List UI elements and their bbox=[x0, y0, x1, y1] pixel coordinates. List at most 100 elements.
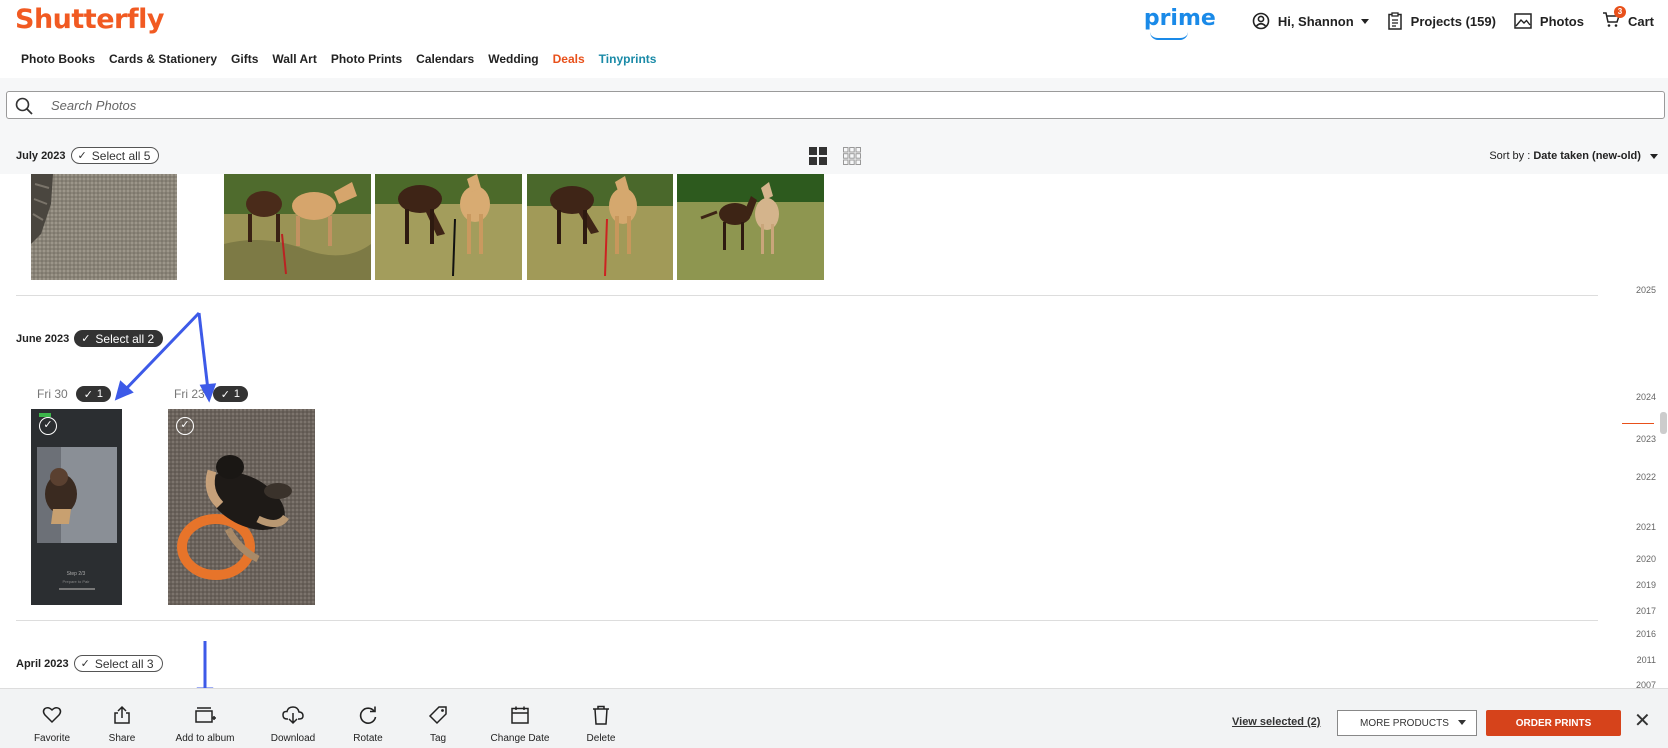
share-button[interactable]: Share bbox=[103, 688, 141, 748]
clipboard-icon bbox=[1387, 12, 1402, 30]
header-actions: prime Hi, Shannon Projects (159) Photos … bbox=[1144, 6, 1654, 40]
select-all-label: Select all 5 bbox=[91, 148, 151, 163]
heart-icon bbox=[42, 707, 62, 724]
timeline-year[interactable]: 2023 bbox=[1636, 434, 1656, 444]
nav-photo-books[interactable]: Photo Books bbox=[21, 52, 95, 66]
prime-logo[interactable]: prime bbox=[1144, 6, 1216, 40]
search-box[interactable] bbox=[6, 91, 1665, 119]
timeline-year[interactable]: 2024 bbox=[1636, 392, 1656, 402]
projects-label: Projects (159) bbox=[1410, 13, 1496, 29]
select-all-label: Select all 2 bbox=[95, 331, 155, 346]
calendar-icon bbox=[511, 706, 529, 724]
delete-button[interactable]: Delete bbox=[584, 688, 618, 748]
delete-label: Delete bbox=[586, 733, 616, 744]
view-selected-link[interactable]: View selected (2) bbox=[1232, 716, 1320, 728]
cart-link[interactable]: 3 Cart bbox=[1602, 6, 1654, 31]
rotate-button[interactable]: Rotate bbox=[350, 688, 386, 748]
select-all-june-button[interactable]: ✓ Select all 2 bbox=[74, 330, 164, 347]
photo-phone-screenshot[interactable]: Step 2/3 Prepare to Pair ✓ bbox=[31, 409, 122, 605]
check-icon: ✓ bbox=[81, 333, 91, 345]
day-header-fri-23: Fri 23 ✓ 1 bbox=[174, 386, 249, 402]
timeline-year[interactable]: 2019 bbox=[1636, 580, 1656, 590]
select-circle-checkbox[interactable]: ✓ bbox=[176, 417, 194, 435]
add-to-album-label: Add to album bbox=[175, 733, 235, 744]
sort-dropdown[interactable]: Sort by : Date taken (new-old) bbox=[1489, 150, 1658, 162]
tag-icon bbox=[428, 706, 447, 725]
select-all-july-button[interactable]: ✓ Select all 5 bbox=[70, 147, 160, 164]
change-date-label: Change Date bbox=[490, 733, 550, 744]
timeline-year[interactable]: 2020 bbox=[1636, 554, 1656, 564]
photo-horses-4[interactable] bbox=[677, 174, 824, 280]
main-nav: Photo Books Cards & Stationery Gifts Wal… bbox=[21, 52, 670, 66]
search-icon[interactable] bbox=[15, 97, 33, 115]
day-label: Fri 23 bbox=[174, 387, 205, 401]
image-icon bbox=[1514, 13, 1532, 29]
order-prints-button[interactable]: ORDER PRINTS bbox=[1486, 710, 1621, 736]
nav-cards-stationery[interactable]: Cards & Stationery bbox=[109, 52, 217, 66]
tag-label: Tag bbox=[429, 733, 447, 744]
timeline-year[interactable]: 2017 bbox=[1636, 606, 1656, 616]
photo-horses-2[interactable] bbox=[375, 174, 522, 280]
scrollbar-thumb[interactable] bbox=[1660, 412, 1667, 434]
nav-deals[interactable]: Deals bbox=[553, 52, 585, 66]
more-products-dropdown[interactable]: MORE PRODUCTS bbox=[1337, 710, 1477, 736]
timeline-year[interactable]: 2021 bbox=[1636, 522, 1656, 532]
greeting-label: Hi, Shannon bbox=[1277, 13, 1354, 29]
search-input[interactable] bbox=[51, 96, 1551, 114]
favorite-button[interactable]: Favorite bbox=[31, 688, 73, 748]
account-menu[interactable]: Hi, Shannon bbox=[1252, 12, 1369, 30]
close-icon[interactable]: ✕ bbox=[1634, 710, 1651, 732]
photo-carpet[interactable] bbox=[31, 174, 177, 280]
download-label: Download bbox=[270, 733, 316, 744]
timeline-year[interactable]: 2011 bbox=[1637, 655, 1656, 665]
nav-gifts[interactable]: Gifts bbox=[231, 52, 258, 66]
photo-horses-1[interactable] bbox=[224, 174, 371, 280]
year-timeline[interactable]: 2025 2024 2023 2022 2021 2020 2019 2017 … bbox=[1600, 174, 1668, 690]
add-album-icon bbox=[195, 707, 216, 723]
nav-calendars[interactable]: Calendars bbox=[416, 52, 474, 66]
photos-link[interactable]: Photos bbox=[1514, 13, 1584, 29]
nav-photo-prints[interactable]: Photo Prints bbox=[331, 52, 402, 66]
month-header-july: July 2023 ✓ Select all 5 bbox=[16, 147, 160, 164]
sort-value: Date taken (new-old) bbox=[1533, 150, 1641, 162]
check-icon: ✓ bbox=[80, 658, 90, 670]
tag-button[interactable]: Tag bbox=[423, 688, 453, 748]
day-select-fri-30[interactable]: ✓ 1 bbox=[75, 386, 112, 402]
nav-tinyprints[interactable]: Tinyprints bbox=[599, 52, 657, 66]
view-toggles bbox=[809, 147, 861, 165]
share-icon bbox=[114, 705, 130, 724]
small-grid-icon[interactable] bbox=[843, 147, 861, 165]
photos-label: Photos bbox=[1539, 13, 1584, 29]
add-to-album-button[interactable]: Add to album bbox=[174, 688, 236, 748]
nav-wall-art[interactable]: Wall Art bbox=[272, 52, 316, 66]
section-divider bbox=[16, 295, 1598, 296]
cart-count-badge: 3 bbox=[1613, 6, 1626, 18]
shutterfly-logo[interactable]: Shutterfly bbox=[15, 4, 164, 35]
cart-icon-wrap: 3 bbox=[1602, 6, 1626, 31]
day-select-fri-23[interactable]: ✓ 1 bbox=[212, 386, 249, 402]
check-icon: ✓ bbox=[220, 388, 230, 401]
change-date-button[interactable]: Change Date bbox=[490, 688, 550, 748]
user-icon bbox=[1252, 12, 1270, 30]
photo-dog-toy[interactable]: ✓ bbox=[168, 409, 315, 605]
select-all-april-button[interactable]: ✓ Select all 3 bbox=[73, 655, 163, 672]
order-prints-label: ORDER PRINTS bbox=[1515, 717, 1592, 729]
download-button[interactable]: Download bbox=[268, 688, 318, 748]
month-header-april: April 2023 ✓ Select all 3 bbox=[16, 655, 163, 672]
month-label: April 2023 bbox=[16, 657, 69, 670]
timeline-year[interactable]: 2016 bbox=[1636, 629, 1656, 639]
large-grid-icon[interactable] bbox=[809, 147, 827, 165]
phone-step-text: Step 2/3 bbox=[67, 571, 86, 577]
sort-prefix: Sort by : bbox=[1489, 150, 1534, 162]
check-icon: ✓ bbox=[77, 150, 87, 162]
nav-wedding[interactable]: Wedding bbox=[488, 52, 538, 66]
photo-horses-3[interactable] bbox=[527, 174, 673, 280]
timeline-year[interactable]: 2022 bbox=[1636, 472, 1656, 482]
month-header-june: June 2023 ✓ Select all 2 bbox=[16, 330, 164, 347]
select-circle-checkbox[interactable]: ✓ bbox=[39, 417, 57, 435]
projects-link[interactable]: Projects (159) bbox=[1387, 12, 1496, 30]
day-count: 1 bbox=[233, 388, 241, 400]
trash-icon bbox=[593, 705, 609, 725]
timeline-year[interactable]: 2025 bbox=[1636, 285, 1656, 295]
rotate-icon bbox=[359, 706, 377, 724]
